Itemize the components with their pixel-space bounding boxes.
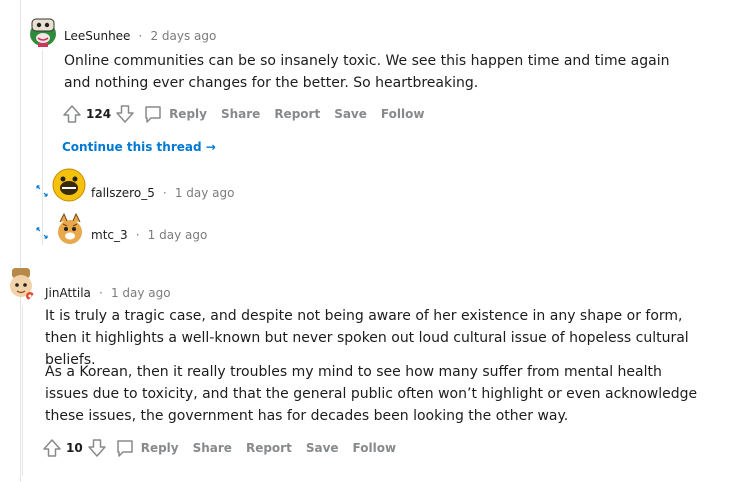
collapsed-comment-header[interactable]: mtc_3 · 1 day ago — [91, 224, 207, 243]
arrow-right-icon: → — [205, 140, 216, 154]
meta-separator: · — [135, 228, 140, 242]
reply-button[interactable]: Reply — [115, 438, 179, 458]
comment-timestamp[interactable]: 1 day ago — [111, 286, 171, 300]
thread-line-comment1[interactable] — [42, 50, 43, 245]
report-button[interactable]: Report — [246, 441, 292, 455]
avatar[interactable] — [28, 14, 58, 48]
expand-icon[interactable] — [36, 224, 48, 243]
vote-count: 124 — [86, 107, 112, 121]
vote-count: 10 — [66, 441, 83, 455]
follow-button[interactable]: Follow — [353, 441, 397, 455]
downvote-button[interactable] — [115, 104, 135, 124]
share-button[interactable]: Share — [221, 107, 260, 121]
report-button[interactable]: Report — [274, 107, 320, 121]
follow-button[interactable]: Follow — [381, 107, 425, 121]
reply-label: Reply — [169, 107, 207, 121]
downvote-icon — [116, 105, 134, 123]
thread-line-parent[interactable] — [20, 0, 21, 482]
save-button[interactable]: Save — [334, 107, 367, 121]
avatar[interactable] — [54, 212, 86, 246]
comment-actions: 10 Reply Share Report Save Follow — [42, 436, 396, 460]
meta-separator: · — [138, 29, 143, 43]
avatar[interactable] — [6, 266, 36, 302]
comment-header: JinAttila · 1 day ago — [45, 282, 171, 301]
comment-paragraph: As a Korean, then it really troubles my … — [45, 364, 698, 424]
collapsed-username[interactable]: fallszero_5 — [91, 186, 155, 200]
downvote-icon — [87, 439, 106, 457]
comment-bubble-icon — [145, 106, 161, 123]
continue-thread-label: Continue this thread — [62, 140, 202, 154]
upvote-button[interactable] — [42, 438, 62, 458]
collapsed-timestamp[interactable]: 1 day ago — [175, 186, 235, 200]
comment-actions: 124 Reply Share Report Save Follow — [62, 102, 424, 126]
upvote-icon — [43, 439, 61, 457]
reply-label: Reply — [140, 441, 179, 455]
collapsed-username[interactable]: mtc_3 — [91, 228, 128, 242]
reply-button[interactable]: Reply — [143, 104, 207, 124]
save-button[interactable]: Save — [306, 441, 339, 455]
comment-username[interactable]: JinAttila — [45, 286, 91, 300]
comment-body: Online communities can be so insanely to… — [64, 53, 670, 91]
collapsed-comment-header[interactable]: fallszero_5 · 1 day ago — [91, 182, 235, 201]
comment-bubble-icon — [116, 440, 133, 457]
continue-thread-link[interactable]: Continue this thread → — [62, 140, 216, 154]
share-button[interactable]: Share — [193, 441, 232, 455]
collapsed-timestamp[interactable]: 1 day ago — [148, 228, 208, 242]
thread-line-comment2[interactable] — [22, 306, 23, 476]
meta-separator: · — [162, 186, 167, 200]
upvote-button[interactable] — [62, 104, 82, 124]
avatar[interactable] — [52, 168, 86, 202]
meta-separator: · — [99, 286, 103, 300]
comment-header: LeeSunhee · 2 days ago — [64, 25, 216, 44]
downvote-button[interactable] — [87, 438, 107, 458]
comment-timestamp[interactable]: 2 days ago — [150, 29, 216, 43]
comment-username[interactable]: LeeSunhee — [64, 29, 130, 43]
upvote-icon — [63, 105, 81, 123]
expand-icon[interactable] — [36, 182, 48, 201]
